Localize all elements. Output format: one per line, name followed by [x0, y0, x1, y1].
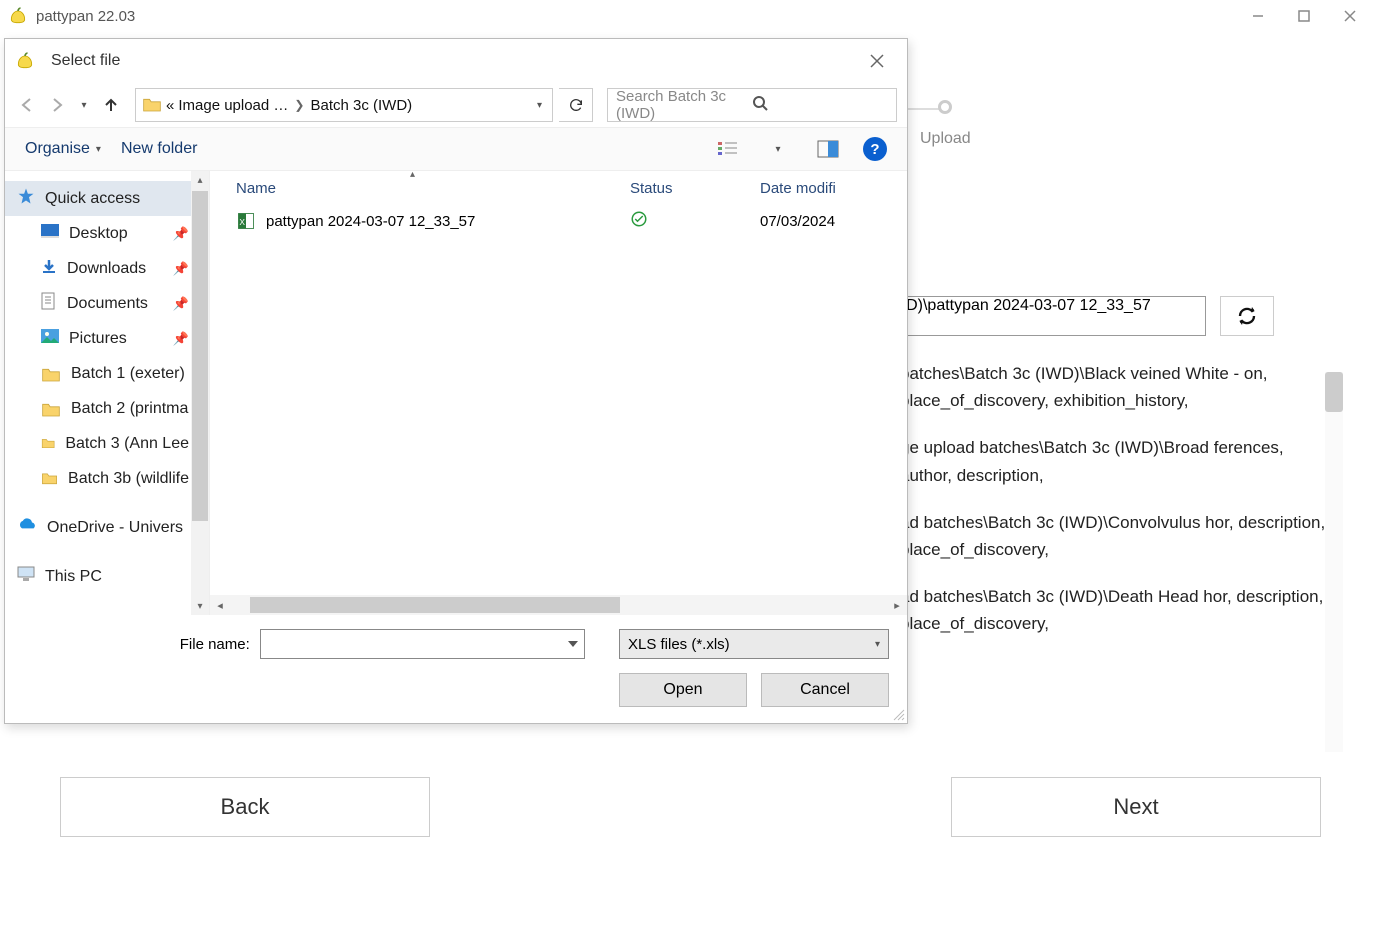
search-icon	[752, 95, 888, 115]
sidebar-item-this-pc[interactable]: This PC	[5, 559, 209, 594]
content-scrollbar[interactable]	[1325, 372, 1343, 752]
onedrive-icon	[17, 518, 37, 537]
maximize-button[interactable]	[1281, 1, 1327, 31]
file-list: ▴ Name Status Date modifi X pattypan 202…	[209, 171, 907, 615]
dialog-title: Select file	[51, 52, 857, 70]
sidebar-item-desktop[interactable]: Desktop 📌	[5, 216, 209, 251]
chevron-right-icon: ❯	[292, 98, 306, 112]
breadcrumb[interactable]: « Image upload … ❯ Batch 3c (IWD) ▾	[135, 88, 553, 122]
nav-forward-button[interactable]	[45, 93, 69, 117]
sidebar-item-batch3[interactable]: Batch 3 (Ann Lee	[5, 426, 209, 461]
resize-grip[interactable]	[891, 707, 905, 721]
file-name-input[interactable]	[260, 629, 585, 659]
search-input[interactable]: Search Batch 3c (IWD)	[607, 88, 897, 122]
column-date[interactable]: Date modifi	[760, 180, 907, 197]
download-icon	[41, 258, 57, 279]
sidebar: Quick access Desktop 📌 Downloads 📌 Docum…	[5, 171, 209, 615]
refresh-button[interactable]	[1220, 296, 1274, 336]
sidebar-item-batch2[interactable]: Batch 2 (printma	[5, 391, 209, 426]
pin-icon: 📌	[173, 261, 189, 277]
sidebar-item-batch3b[interactable]: Batch 3b (wildlife	[5, 461, 209, 496]
breadcrumb-dropdown[interactable]: ▾	[537, 100, 546, 111]
xls-file-icon: X	[236, 211, 256, 231]
close-button[interactable]	[1327, 1, 1373, 31]
selected-file-path-field[interactable]: WD)\pattypan 2024-03-07 12_33_57	[880, 296, 1206, 336]
sidebar-item-downloads[interactable]: Downloads 📌	[5, 251, 209, 286]
folder-icon	[41, 401, 61, 417]
nav-back-button[interactable]	[15, 93, 39, 117]
star-icon	[17, 187, 35, 210]
column-name[interactable]: Name	[210, 180, 630, 197]
chevron-down-icon: ▾	[875, 639, 880, 650]
pictures-icon	[41, 329, 59, 348]
upload-step: Upload	[920, 100, 971, 148]
back-button[interactable]: Back	[60, 777, 430, 837]
file-name: pattypan 2024-03-07 12_33_57	[266, 213, 475, 230]
view-dropdown[interactable]: ▾	[763, 135, 793, 163]
breadcrumb-prefix: «	[166, 97, 174, 114]
sync-status-icon	[630, 210, 760, 232]
nav-up-button[interactable]	[99, 93, 123, 117]
file-date: 07/03/2024	[760, 213, 907, 230]
sidebar-item-batch1[interactable]: Batch 1 (exeter)	[5, 356, 209, 391]
organise-button[interactable]: Organise▾	[25, 140, 101, 158]
file-type-filter[interactable]: XLS files (*.xls) ▾	[619, 629, 889, 659]
pin-icon: 📌	[173, 226, 189, 242]
folder-icon	[41, 436, 55, 452]
pin-icon: 📌	[173, 296, 189, 312]
pc-icon	[17, 566, 35, 587]
sidebar-scrollbar[interactable]: ▴ ▾	[191, 171, 209, 615]
documents-icon	[41, 292, 57, 315]
file-open-dialog: Select file ▾ « Image upload … ❯ Batch 3…	[4, 38, 908, 724]
file-row[interactable]: X pattypan 2024-03-07 12_33_57 07/03/202…	[210, 201, 907, 241]
next-button[interactable]: Next	[951, 777, 1321, 837]
help-button[interactable]: ?	[863, 137, 887, 161]
svg-text:X: X	[239, 217, 245, 227]
dialog-close-button[interactable]	[857, 41, 897, 81]
desktop-icon	[41, 224, 59, 243]
sort-caret-icon: ▴	[410, 169, 415, 180]
open-button[interactable]: Open	[619, 673, 747, 707]
sidebar-item-pictures[interactable]: Pictures 📌	[5, 321, 209, 356]
pattypan-icon	[15, 51, 35, 71]
breadcrumb-seg[interactable]: Batch 3c (IWD)	[310, 97, 412, 114]
preview-pane-button[interactable]	[813, 135, 843, 163]
cancel-button[interactable]: Cancel	[761, 673, 889, 707]
column-status[interactable]: Status	[630, 180, 760, 197]
folder-icon	[142, 96, 162, 114]
sidebar-item-documents[interactable]: Documents 📌	[5, 286, 209, 321]
minimize-button[interactable]	[1235, 1, 1281, 31]
app-title: pattypan 22.03	[36, 8, 1235, 25]
step-dot	[938, 100, 952, 114]
sidebar-item-quick-access[interactable]: Quick access	[5, 181, 209, 216]
new-folder-button[interactable]: New folder	[121, 140, 197, 158]
app-titlebar: pattypan 22.03	[0, 0, 1381, 32]
nav-history-dropdown[interactable]: ▾	[75, 93, 93, 117]
folder-icon	[41, 471, 58, 487]
file-list-hscrollbar[interactable]: ◂ ▸	[210, 595, 907, 615]
breadcrumb-seg[interactable]: Image upload …	[178, 97, 288, 114]
view-options-button[interactable]	[713, 135, 743, 163]
pattypan-icon	[8, 6, 28, 26]
upload-step-label: Upload	[920, 130, 971, 148]
sidebar-item-onedrive[interactable]: OneDrive - Univers	[5, 510, 209, 545]
folder-icon	[41, 366, 61, 382]
pin-icon: 📌	[173, 331, 189, 347]
file-name-label: File name:	[23, 636, 250, 653]
breadcrumb-refresh-button[interactable]	[559, 88, 593, 122]
file-list-header[interactable]: ▴ Name Status Date modifi	[210, 171, 907, 201]
